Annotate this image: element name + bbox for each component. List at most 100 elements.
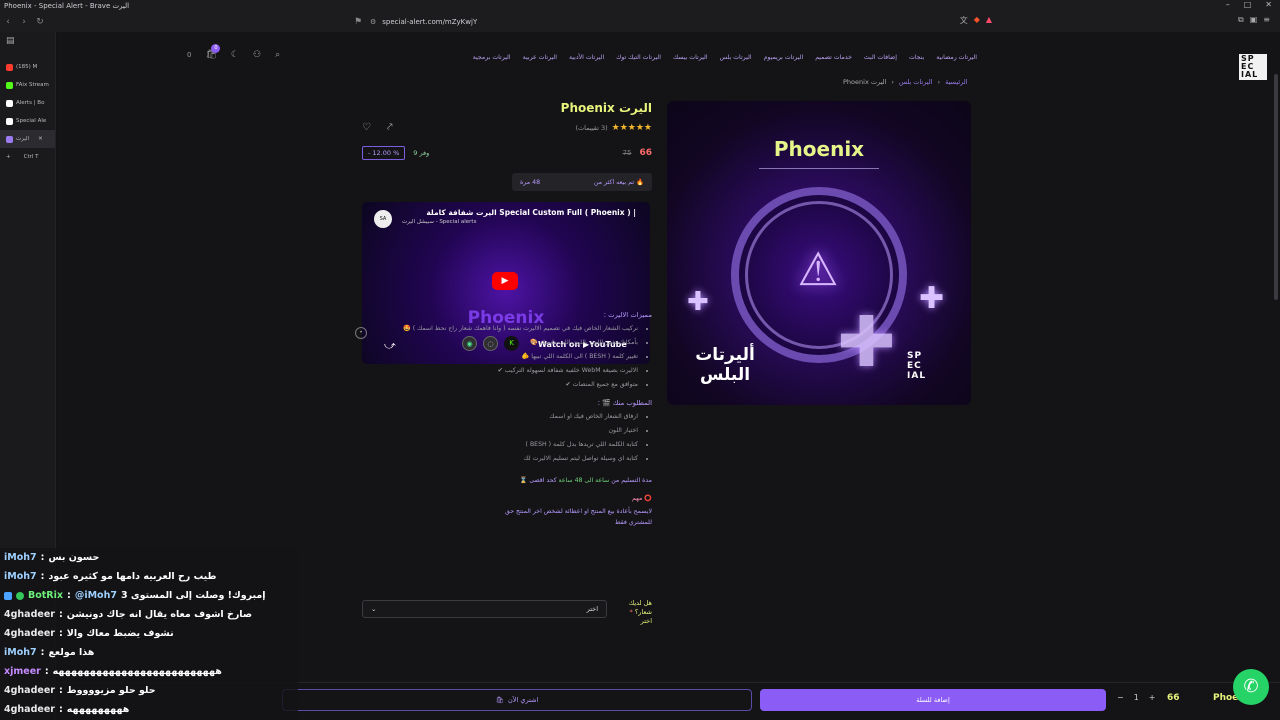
tab-item[interactable]: Alerts | Bo	[0, 94, 55, 112]
breadcrumb: الرئيسية ‹ اليرتات بلس ‹ اليرت Phoenix	[843, 78, 968, 86]
plus-icon: ✚	[837, 301, 896, 383]
menu-icon[interactable]: ≡	[1263, 15, 1270, 26]
heart-icon[interactable]: ♡	[362, 122, 371, 133]
list-item: اختيار اللون	[362, 424, 638, 438]
chat-message: BotRix : @iMoh7 إمبروك! وصلت إلى المستوى …	[0, 586, 298, 605]
chevron-left-icon: ‹	[891, 78, 894, 86]
alerts-icon	[6, 99, 13, 107]
play-button[interactable]: ▶	[492, 272, 518, 290]
share-icon[interactable]: ⤤	[387, 122, 393, 133]
minus-button[interactable]: −	[1117, 693, 1124, 702]
wallet-icon[interactable]: ▣	[1250, 15, 1258, 26]
extensions-icon[interactable]: ⧉	[1238, 15, 1244, 26]
close-icon[interactable]: ✕	[1265, 0, 1272, 9]
nav-item[interactable]: خدمات تصميم	[815, 54, 852, 61]
important-heading: ⭕ مهم	[632, 495, 652, 502]
hero-logo: SP EC IAL	[907, 351, 927, 381]
close-tab-icon[interactable]: ✕	[38, 136, 43, 142]
brave-shields-icon[interactable]: ◆	[974, 15, 980, 26]
site-logo[interactable]: SP EC IAL	[1239, 54, 1267, 80]
quantity-stepper: − 1 +	[1117, 693, 1156, 702]
hero-title: Phoenix	[773, 137, 865, 161]
cart-badge: 0	[211, 44, 221, 53]
required-list: ارفاق الشعار الخاص فيك او اسمك اختيار ال…	[362, 410, 652, 466]
channel-name: Special alerts - سبيشل اليرت	[402, 219, 477, 225]
plus-icon: ✚	[687, 287, 709, 317]
chat-message: 4ghadeer : حلو حلو مزيووووط	[4, 685, 156, 696]
bookmark-icon[interactable]: ⚑	[350, 17, 366, 27]
translate-icon[interactable]: 文	[960, 15, 968, 26]
buy-now-button[interactable]: 🛍 اشتري الآن	[282, 689, 752, 711]
new-tab-button[interactable]: + Ctrl T	[0, 148, 55, 166]
list-item: نركيب الشعار الخاص فيك في تصميم الاليرت …	[362, 322, 638, 336]
back-icon[interactable]: ‹	[0, 17, 16, 27]
maximize-icon[interactable]: □	[1244, 0, 1252, 9]
list-item: كتابة اي وسيلة تواصل ليتم تسليم الاليرت …	[362, 452, 638, 466]
chat-message: iMoh7 : هذا مولعع	[4, 647, 95, 658]
moon-icon[interactable]: ☾	[231, 50, 239, 60]
logo-select[interactable]: اختر ⌄	[362, 600, 607, 618]
nav-links: اليرتات رمضانية بنجات إضافات البث خدمات …	[473, 42, 977, 72]
product-actions: ♡ ⤤	[362, 122, 393, 133]
add-to-cart-button[interactable]: إضافة للسلة	[760, 689, 1106, 711]
list-item: تغيير كلمة ( BESH ) الى الكلمة اللي تبيه…	[362, 350, 638, 364]
chat-message: 4ghadeer : صارخ اشوف معاه يقال انه جاك د…	[4, 609, 253, 620]
tab-item-active[interactable]: اليرت ✕	[0, 130, 55, 148]
tiktok-icon	[6, 117, 13, 125]
channel-avatar[interactable]: SA	[374, 210, 392, 228]
nav-item[interactable]: اليرتات برمجية	[473, 54, 511, 61]
nav-item[interactable]: إضافات البث	[864, 54, 897, 61]
star-icons: ★★★★★	[611, 123, 652, 133]
reload-icon[interactable]: ↻	[32, 17, 48, 27]
list-item: متوافق مع جميع المنصات ✔	[362, 378, 638, 392]
search-icon[interactable]: ⌕	[275, 50, 280, 60]
current-price: 66	[639, 148, 652, 158]
product-image[interactable]: Phoenix ⚠ ✚ ✚ ✚ أليرتات البلس SP EC IAL	[667, 101, 971, 405]
nav-item[interactable]: اليرتات بلس	[720, 54, 752, 61]
tab-item[interactable]: (185) M	[0, 58, 55, 76]
breadcrumb-category[interactable]: اليرتات بلس	[899, 78, 933, 86]
quantity-value: 1	[1133, 693, 1139, 702]
address-bar[interactable]: ⚙ special-alert.com/mZyKwjY	[370, 15, 910, 29]
old-price: 75	[622, 149, 632, 157]
chat-message: 4ghadeer : نشوف يضبط معاك والا	[4, 628, 174, 639]
site-info-icon[interactable]: ⚙	[370, 18, 376, 26]
breadcrumb-home[interactable]: الرئيسية	[945, 78, 967, 86]
plus-icon: ✚	[919, 281, 945, 316]
video-title[interactable]: | Special Custom Full ( Phoenix ) اليرت …	[398, 208, 636, 217]
moderator-badge-icon	[4, 591, 12, 600]
scrollbar[interactable]	[1274, 74, 1278, 300]
rating: ★★★★★ (3 تقييمات)	[575, 123, 652, 133]
forward-icon[interactable]: ›	[16, 17, 32, 27]
nav-item[interactable]: اليرتات التيك توك	[616, 54, 661, 61]
whatsapp-button[interactable]: ✆	[1233, 669, 1269, 705]
chevron-left-icon: ‹	[937, 78, 941, 86]
nav-item[interactable]: اليرتات الأدبية	[569, 54, 604, 61]
chevron-down-icon: ⌄	[371, 605, 377, 613]
user-icon[interactable]: ⚇	[253, 50, 261, 60]
nav-item[interactable]: اليرتات بيسك	[673, 54, 708, 61]
window-title: Phoenix - Special Alert - Brave اليرت	[4, 2, 130, 10]
nav-item[interactable]: اليرتات رمضانية	[936, 54, 977, 61]
plus-button[interactable]: +	[1149, 693, 1156, 702]
whatsapp-icon: ✆	[1243, 676, 1259, 697]
sidebar-toggle[interactable]: ▤	[0, 32, 55, 50]
important-text: لايسمح بأعادة بيع المنتج او اعطائة لشخص …	[505, 508, 652, 526]
warning-icon: ⚠	[797, 242, 839, 296]
stream-chat-overlay: iMoh7 : حسون بس iMoh7 : طيب رح العربيه د…	[0, 548, 298, 720]
tab-item[interactable]: FAix Stream	[0, 76, 55, 94]
minimize-icon[interactable]: –	[1226, 0, 1230, 9]
nav-item[interactable]: اليرتات بريميوم	[764, 54, 804, 61]
nav-item[interactable]: اليرتات عربية	[523, 54, 557, 61]
plus-icon: +	[6, 154, 11, 160]
special-alert-icon	[6, 135, 13, 143]
product-title: اليرت Phoenix	[560, 101, 652, 115]
nav-item[interactable]: بنجات	[909, 54, 924, 61]
features-list: نركيب الشعار الخاص فيك في تصميم الاليرت …	[362, 322, 652, 392]
browser-toolbar: ‹ › ↻ ⚑ ⚙ special-alert.com/mZyKwjY 文 ◆ …	[0, 12, 1280, 32]
window-titlebar: Phoenix - Special Alert - Brave اليرت – …	[0, 0, 1280, 12]
cart-icon[interactable]: 🛍 0	[205, 44, 221, 60]
discount-row: - 12.00 % وفر 9	[362, 146, 429, 160]
tab-item[interactable]: Special Ale	[0, 112, 55, 130]
brave-rewards-icon[interactable]: ▲	[986, 15, 992, 26]
